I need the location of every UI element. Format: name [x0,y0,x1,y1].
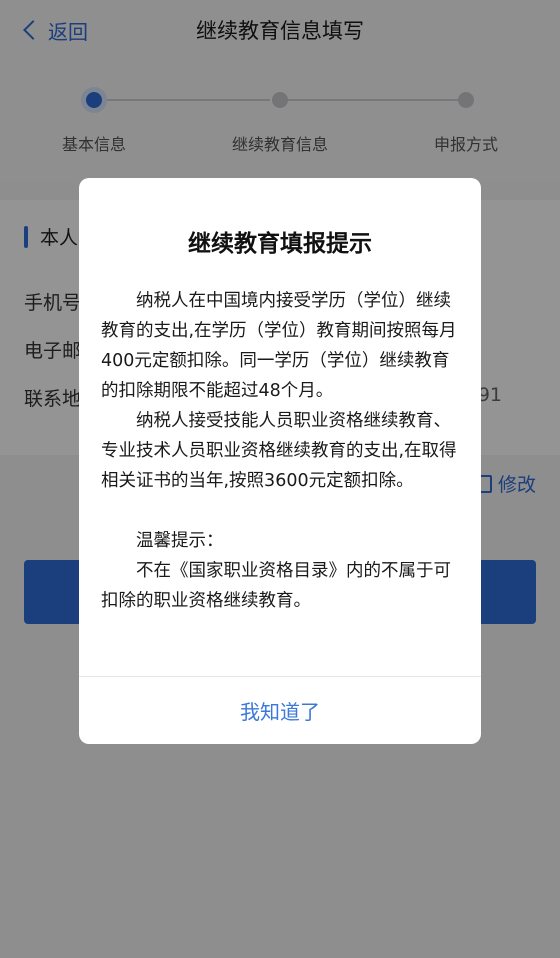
dialog-paragraph-vocational: 纳税人接受技能人员职业资格继续教育、专业技术人员职业资格继续教育的支出,在取得相… [101,411,457,491]
dialog-paragraph-degree: 纳税人在中国境内接受学历（学位）继续教育的支出,在学历（学位）教育期间按照每月4… [101,291,457,401]
dialog-tip-heading: 温馨提示： [136,531,224,551]
education-tip-dialog: 继续教育填报提示 纳税人在中国境内接受学历（学位）继续教育的支出,在学历（学位）… [79,178,481,744]
dialog-tip-text: 不在《国家职业资格目录》内的不属于可扣除的职业资格继续教育。 [101,561,451,611]
dialog-title: 继续教育填报提示 [188,231,372,257]
dialog-spacer [101,496,461,526]
dialog-body: 纳税人在中国境内接受学历（学位）继续教育的支出,在学历（学位）教育期间按照每月4… [101,286,461,616]
confirm-button[interactable]: 我知道了 [79,677,481,744]
